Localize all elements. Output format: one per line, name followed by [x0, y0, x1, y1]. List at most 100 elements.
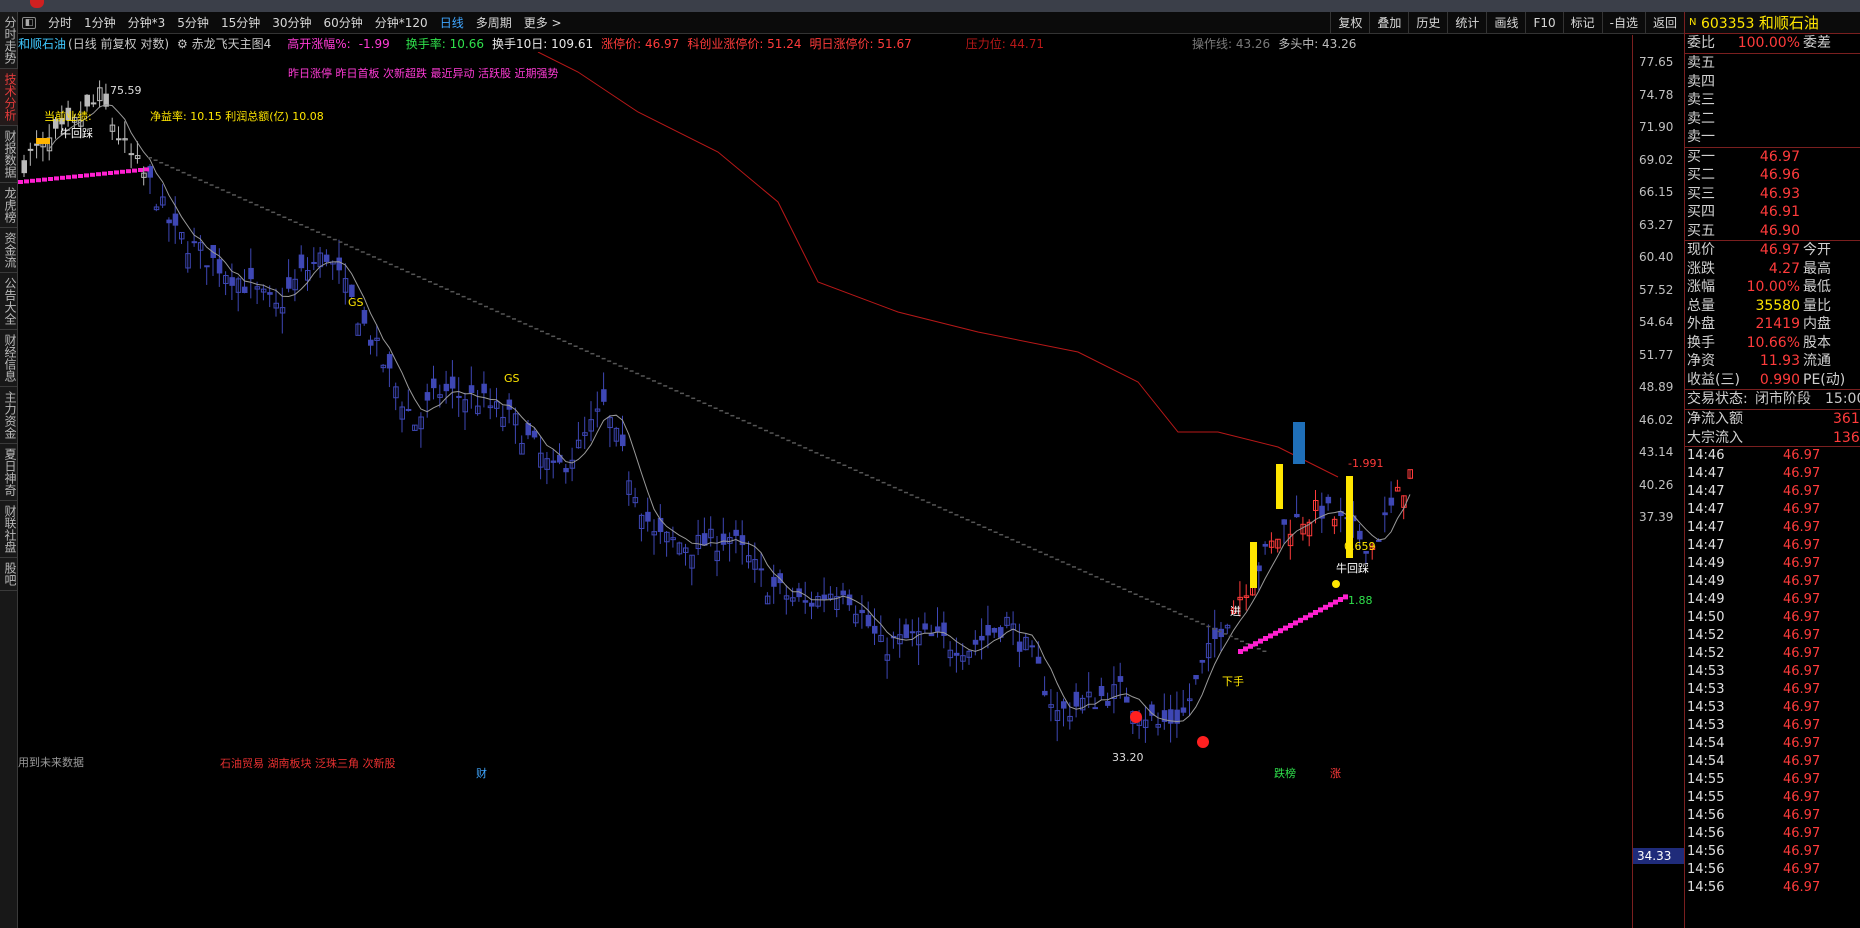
step-marker — [1150, 600, 1155, 603]
stock-header[interactable]: N 603353 和顺石油 — [1685, 12, 1860, 34]
candle-body — [922, 623, 928, 630]
magenta-marker — [1283, 625, 1288, 631]
step-marker — [808, 449, 813, 452]
candle-body — [1042, 690, 1048, 696]
magenta-marker — [1253, 641, 1258, 647]
tool-button-3[interactable]: 统计 — [1447, 12, 1486, 34]
tick-row: 14:47 46.97 — [1687, 502, 1821, 517]
sidebar-tab-9[interactable]: 财联社盘 — [0, 501, 18, 558]
chart-mode: (日线 前复权 对数) — [68, 36, 170, 51]
period-button-7[interactable]: 分钟*120 — [369, 12, 434, 34]
indicator-info-bar: 和顺石油 (日线 前复权 对数) ⚙ 赤龙飞天主图4 高开涨幅%: -1.99 换… — [18, 35, 1652, 51]
period-button-10[interactable]: 更多 > — [518, 12, 568, 34]
step-marker — [562, 340, 567, 343]
sell-level-row[interactable]: 卖四 — [1685, 73, 1860, 92]
magenta-marker — [108, 171, 113, 175]
candle-body — [311, 261, 317, 264]
stock-name[interactable]: 和顺石油 — [18, 35, 66, 51]
sell-level-row[interactable]: 卖二 — [1685, 110, 1860, 129]
indicator-name[interactable]: ⚙ 赤龙飞天主图4 — [177, 35, 279, 51]
sidebar-tab-10[interactable]: 股吧 — [0, 558, 18, 591]
buy-levels: 买一 46.97 买二 46.96 买三 46.93 买四 46.91 买五 46.90 — [1685, 148, 1860, 241]
magenta-marker — [126, 169, 131, 174]
step-marker — [467, 298, 472, 300]
sidebar-tab-2[interactable]: 财报数据 — [0, 126, 18, 183]
period-button-6[interactable]: 60分钟 — [318, 12, 369, 34]
tool-button-5[interactable]: F10 — [1525, 12, 1562, 34]
tick-list[interactable]: 14:46 46.97 14:47 46.97 14:47 46.97 14:47 46.97… — [1685, 447, 1860, 897]
step-marker — [405, 271, 410, 273]
magenta-marker — [1273, 630, 1278, 636]
step-marker — [500, 313, 505, 315]
sell-level-row[interactable]: 卖五 — [1685, 54, 1860, 73]
sidebar-tab-3[interactable]: 龙虎榜 — [0, 183, 18, 228]
step-marker — [1240, 640, 1244, 643]
tool-button-1[interactable]: 叠加 — [1369, 12, 1408, 34]
sidebar-tab-5[interactable]: 公告大全 — [0, 273, 18, 330]
y-tick-label: 71.90 — [1639, 120, 1674, 134]
period-button-5[interactable]: 30分钟 — [266, 12, 317, 34]
tool-button-0[interactable]: 复权 — [1330, 12, 1369, 34]
step-marker — [1133, 593, 1138, 595]
step-marker — [568, 343, 572, 345]
step-marker — [657, 382, 662, 385]
sidebar-tab-4[interactable]: 资金流 — [0, 228, 18, 273]
sell-level-row[interactable]: 卖三 — [1685, 91, 1860, 110]
stock-code: 603353 — [1700, 16, 1755, 32]
buy-level-row[interactable]: 买四 46.91 — [1685, 203, 1860, 222]
candle-body — [953, 652, 960, 656]
step-marker — [1234, 638, 1239, 640]
sidebar-tab-8[interactable]: 夏日神奇 — [0, 444, 18, 501]
tool-button-6[interactable]: 标记 — [1562, 12, 1602, 34]
buy-level-row[interactable]: 买二 46.96 — [1685, 166, 1860, 185]
buy-level-row[interactable]: 买三 46.93 — [1685, 185, 1860, 204]
kline-chart[interactable]: 昨日涨停 昨日首板 次新超跌 最近异动 活跃股 近期强势当前业绩: 净益率: 10… — [18, 52, 1632, 928]
block-row: 大宗流入 136 — [1685, 429, 1860, 447]
layout-toggle-icon[interactable]: ◧ — [22, 16, 36, 29]
moving-average-line — [48, 104, 1411, 723]
period-button-1[interactable]: 1分钟 — [78, 12, 122, 34]
step-marker — [1094, 576, 1099, 578]
sell-level-row[interactable]: 卖一 — [1685, 128, 1860, 147]
stat-row: 收益(三) 0.990 PE(动) — [1687, 371, 1846, 388]
step-marker — [1223, 633, 1228, 635]
tool-button-7[interactable]: -自选 — [1601, 12, 1645, 34]
step-marker — [573, 345, 578, 347]
tick-row: 14:49 46.97 — [1687, 592, 1821, 607]
candle-body — [204, 265, 210, 268]
tool-button-4[interactable]: 画线 — [1486, 12, 1525, 34]
tick-row: 14:53 46.97 — [1687, 664, 1821, 679]
step-marker — [1195, 620, 1200, 623]
period-button-4[interactable]: 15分钟 — [215, 12, 266, 34]
sidebar-tab-6[interactable]: 财经信息 — [0, 330, 18, 387]
step-marker — [517, 320, 522, 323]
step-marker — [696, 400, 701, 402]
period-button-9[interactable]: 多周期 — [470, 12, 518, 34]
entry-label: 下手 — [1222, 674, 1244, 688]
sidebar-tab-7[interactable]: 主力资金 — [0, 387, 18, 444]
sidebar-tab-1[interactable]: 技术分析 — [0, 69, 18, 126]
period-button-3[interactable]: 5分钟 — [171, 12, 215, 34]
period-button-8[interactable]: 日线 — [434, 12, 470, 34]
step-marker — [780, 437, 785, 439]
tool-button-2[interactable]: 历史 — [1408, 12, 1447, 34]
candle-body — [701, 533, 708, 546]
y-tick-label: 77.65 — [1639, 55, 1674, 69]
step-marker — [982, 526, 987, 529]
buy-level-row[interactable]: 买一 46.97 — [1685, 148, 1860, 167]
step-marker — [1105, 581, 1110, 583]
step-marker — [164, 164, 169, 166]
sidebar-tab-0[interactable]: 分时走势 — [0, 12, 18, 69]
step-marker — [836, 462, 841, 464]
current-price-marker: 34.33 — [1633, 848, 1685, 864]
tool-button-8[interactable]: 返回 — [1644, 12, 1684, 34]
candle-body — [128, 153, 135, 156]
candle-body — [229, 277, 235, 286]
period-button-2[interactable]: 分钟*3 — [122, 12, 172, 34]
magenta-marker — [66, 175, 71, 180]
step-marker — [668, 387, 673, 390]
step-marker — [1044, 553, 1048, 556]
period-button-0[interactable]: 分时 — [42, 12, 78, 34]
app-logo — [30, 0, 44, 8]
buy-level-row[interactable]: 买五 46.90 — [1685, 222, 1860, 241]
